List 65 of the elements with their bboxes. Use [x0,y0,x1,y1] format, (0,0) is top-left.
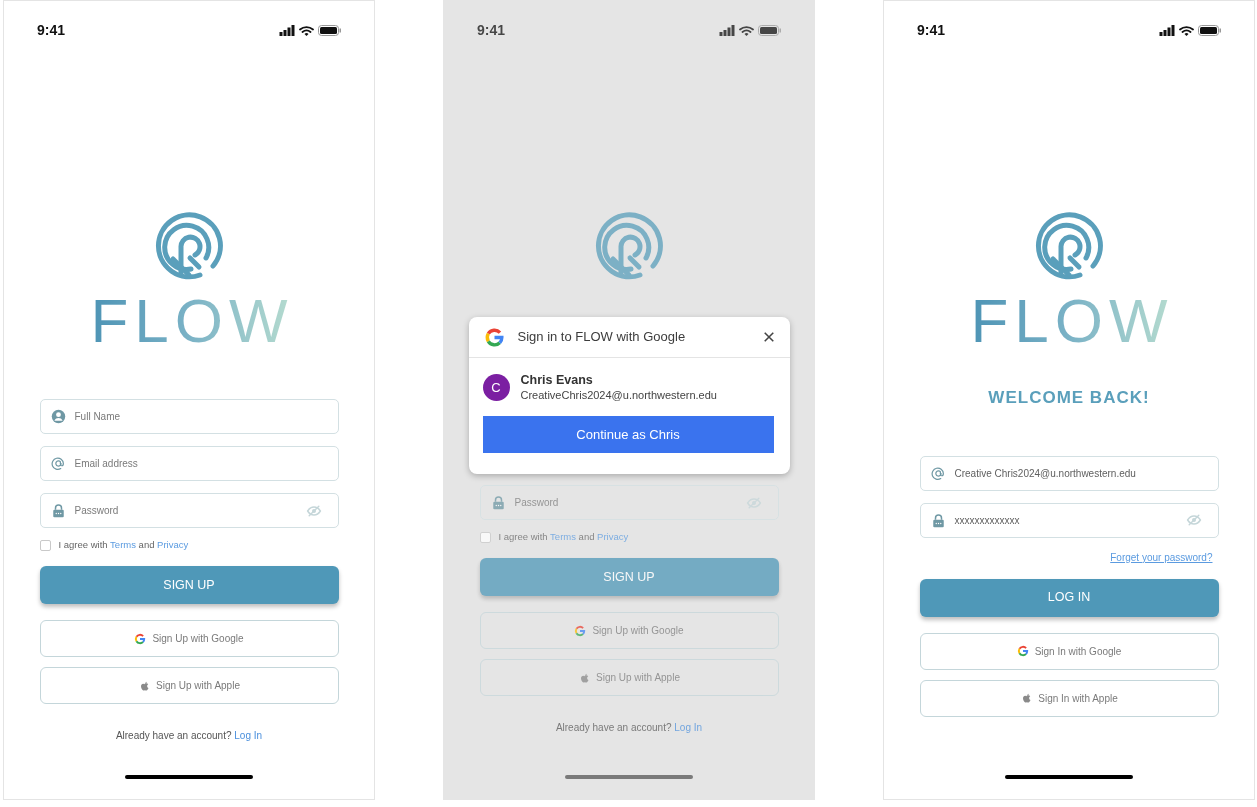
logo-icon [154,211,224,281]
welcome-heading: WELCOME BACK! [988,387,1150,409]
primary-button[interactable]: SIGN UP [479,558,779,597]
primary-button[interactable]: SIGN UP [39,566,339,605]
google-icon [483,326,505,348]
lock-icon [50,503,66,518]
close-icon[interactable] [762,331,775,343]
person-icon [50,409,66,424]
agree-checkbox[interactable] [39,539,51,551]
footer-text: Already have an account? Log In [555,721,703,736]
signal-icon [279,25,295,36]
footer-text: Already have an account? Log In [115,729,263,744]
terms-link[interactable]: Privacy [597,531,629,542]
google-sign-button[interactable]: Sign Up with Google [479,612,779,650]
signal-icon [1159,25,1175,36]
battery-icon [318,25,341,36]
lock-icon [930,512,946,528]
account-email: CreativeChris2024@u.northwestern.edu [520,388,717,403]
account-avatar: C [482,374,510,401]
terms-link[interactable]: Terms [110,539,136,550]
apple-icon [578,671,590,684]
wifi-icon [1179,25,1194,36]
wifi-icon [739,25,754,36]
logo-icon [1034,211,1104,281]
agreement-text: I agree with Terms and Privacy [498,530,629,544]
google-icon [134,632,147,645]
apple-sign-button[interactable]: Sign Up with Apple [39,667,339,705]
password-field[interactable]: xxxxxxxxxxxxx [919,502,1219,538]
status-time: 9:41 [917,21,946,40]
apple-sign-button[interactable]: Sign In with Apple [919,679,1219,717]
agreement-text: I agree with Terms and Privacy [58,538,189,552]
at-icon [50,456,66,471]
agree-checkbox[interactable] [479,531,491,543]
password-field[interactable]: Password [39,493,339,528]
email-field[interactable]: Creative Chris2024@u.northwestern.edu [919,455,1219,491]
dialog-title: Sign in to FLOW with Google [517,328,687,347]
eye-slash-icon[interactable] [1185,512,1202,528]
terms-link[interactable]: Privacy [157,539,189,550]
signal-icon [719,25,735,36]
account-name: Chris Evans [520,372,594,388]
google-sign-button[interactable]: Sign Up with Google [39,620,339,658]
at-icon [930,465,946,481]
name-field[interactable]: Full Name [39,399,339,434]
google-icon [574,624,587,637]
lock-icon [490,495,506,510]
primary-button[interactable]: LOG IN [919,578,1219,617]
apple-sign-button[interactable]: Sign Up with Apple [479,659,779,697]
status-time: 9:41 [477,21,506,40]
logo-icon [594,211,664,281]
google-icon [1016,645,1029,657]
battery-icon [1198,25,1221,36]
terms-link[interactable]: Terms [550,531,576,542]
google-sign-button[interactable]: Sign In with Google [919,632,1219,670]
email-field[interactable]: Email address [39,446,339,481]
apple-icon [138,679,150,692]
account-row[interactable]: C Chris Evans CreativeChris2024@u.northwestern.edu [468,358,790,403]
log-in-link[interactable]: Log In [674,722,703,734]
forgot-password-link[interactable]: Forget your password? [1110,549,1213,565]
password-field[interactable]: Password [479,485,779,520]
battery-icon [758,25,781,36]
apple-icon [1020,692,1033,704]
wifi-icon [299,25,314,36]
status-time: 9:41 [37,21,66,40]
log-in-link[interactable]: Log In [234,730,263,742]
continue-button[interactable]: Continue as Chris [482,416,774,453]
